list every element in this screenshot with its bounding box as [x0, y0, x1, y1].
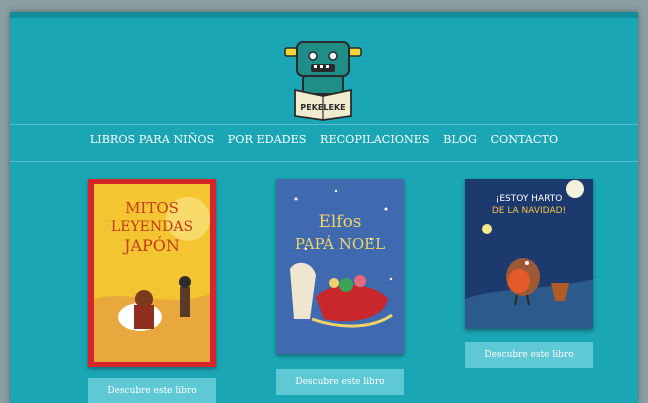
book-cover-elfos-papa-noel[interactable]: Elfos PAPÁ NOEL: [276, 179, 404, 354]
nav-divider-top: [10, 124, 638, 125]
nav-item-blog[interactable]: BLOG: [443, 133, 477, 146]
svg-text:JAPÓN: JAPÓN: [122, 235, 180, 255]
discover-book-button-3[interactable]: Descubre este libro: [465, 342, 593, 368]
browser-viewport: PEKELEKE LIBROS PARA NIÑOS POR EDADES RE…: [10, 12, 638, 403]
svg-text:LEYENDAS: LEYENDAS: [111, 219, 193, 235]
book-cover-mitos-leyendas-japon[interactable]: MITOS LEYENDAS JAPÓN: [88, 179, 216, 367]
discover-book-button-2[interactable]: Descubre este libro: [276, 369, 404, 395]
discover-book-button-1[interactable]: Descubre este libro: [88, 378, 216, 403]
nav-item-por-edades[interactable]: POR EDADES: [228, 133, 307, 146]
svg-text:Elfos: Elfos: [318, 212, 361, 232]
top-band: [10, 12, 638, 18]
logo-text: PEKELEKE: [300, 103, 345, 112]
svg-text:¡ESTOY HARTO: ¡ESTOY HARTO: [496, 194, 563, 204]
nav-item-recopilaciones[interactable]: RECOPILACIONES: [320, 133, 430, 146]
nav-item-contacto[interactable]: CONTACTO: [490, 133, 558, 146]
nav-divider-bottom: [10, 161, 638, 162]
main-nav: LIBROS PARA NIÑOS POR EDADES RECOPILACIO…: [10, 133, 638, 146]
site-logo[interactable]: PEKELEKE: [283, 34, 363, 122]
svg-text:DE LA NAVIDAD!: DE LA NAVIDAD!: [492, 206, 566, 216]
nav-item-libros-para-ninos[interactable]: LIBROS PARA NIÑOS: [90, 133, 214, 146]
svg-text:MITOS: MITOS: [125, 199, 179, 217]
svg-text:PAPÁ NOEL: PAPÁ NOEL: [295, 235, 385, 253]
book-cover-estoy-harto-navidad[interactable]: ¡ESTOY HARTO DE LA NAVIDAD!: [465, 179, 593, 329]
